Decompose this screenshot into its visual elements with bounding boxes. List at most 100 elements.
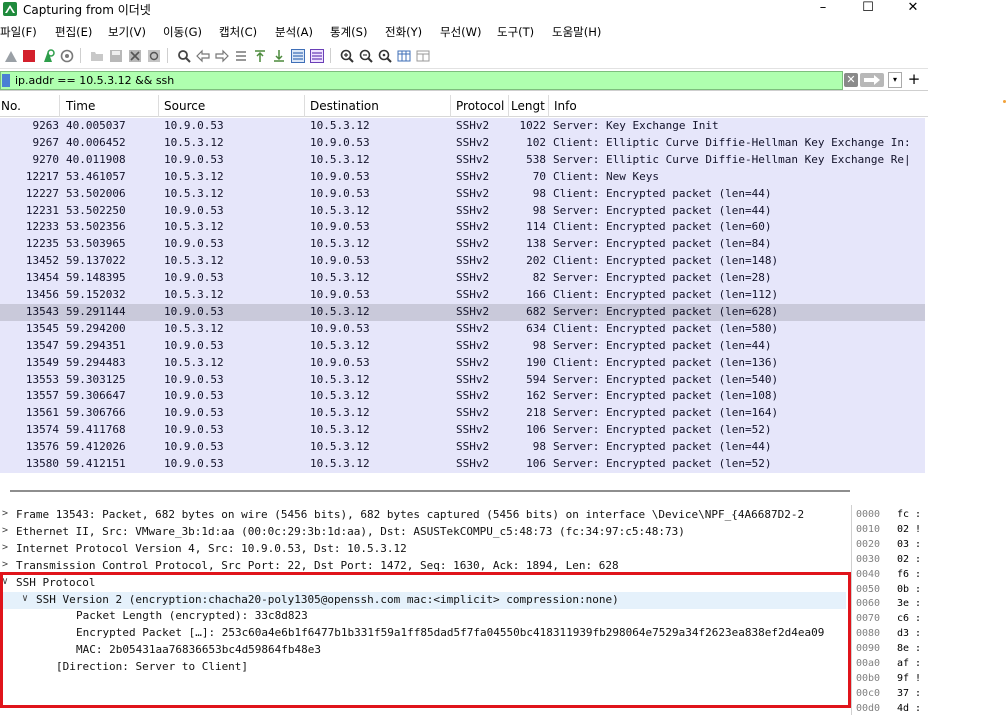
packet-cell-src: 10.5.3.12 bbox=[164, 254, 224, 268]
detail-tree-item[interactable]: ∨ SSH Protocol bbox=[0, 575, 846, 592]
detail-tree-item[interactable]: Encrypted Packet […]: 253c60a4e6b1f6477b… bbox=[0, 625, 846, 642]
menu-edit[interactable]: 편집(E) bbox=[55, 24, 92, 40]
packet-list[interactable]: 9263 40.005037 10.9.0.53 10.5.3.12 SSHv2 1022… bbox=[0, 118, 925, 473]
packet-row[interactable]: 13549 59.294483 10.5.3.12 10.9.0.53 SSHv2 190… bbox=[0, 355, 925, 372]
column-header-no[interactable]: No. bbox=[1, 99, 21, 113]
auto-scroll-icon[interactable] bbox=[289, 47, 306, 64]
filter-history-dropdown[interactable]: ▾ bbox=[888, 72, 902, 88]
menu-help[interactable]: 도움말(H) bbox=[552, 24, 601, 40]
packet-cell-proto: SSHv2 bbox=[456, 440, 490, 454]
packet-bytes-pane[interactable]: 0000 fc : 0010 02 ! 0020 03 : 0030 02 : 0040 f6 :… bbox=[851, 505, 928, 715]
detail-tree-item[interactable]: MAC: 2b05431aa76836653bc4d59864fb48e3 bbox=[0, 642, 846, 659]
packet-cell-no: 13543 bbox=[25, 304, 59, 318]
packet-row[interactable]: 13561 59.306766 10.9.0.53 10.5.3.12 SSHv2 218… bbox=[0, 405, 925, 422]
colorize-icon[interactable] bbox=[308, 47, 325, 64]
detail-tree-item[interactable]: > Internet Protocol Version 4, Src: 10.9.… bbox=[0, 541, 846, 558]
menu-tools[interactable]: 도구(T) bbox=[497, 24, 534, 40]
menu-telephony[interactable]: 전화(Y) bbox=[385, 24, 422, 40]
menu-go[interactable]: 이동(G) bbox=[163, 24, 202, 40]
go-last-icon[interactable] bbox=[270, 47, 287, 64]
column-header-info[interactable]: Info bbox=[554, 99, 577, 113]
zoom-normal-icon[interactable] bbox=[376, 47, 393, 64]
packet-row[interactable]: 13547 59.294351 10.9.0.53 10.5.3.12 SSHv2 98 S… bbox=[0, 338, 925, 355]
packet-row[interactable]: 12231 53.502250 10.9.0.53 10.5.3.12 SSHv2 98 S… bbox=[0, 203, 925, 220]
packet-row[interactable]: 13580 59.412151 10.9.0.53 10.5.3.12 SSHv2 106… bbox=[0, 456, 925, 473]
find-packet-icon[interactable] bbox=[175, 47, 192, 64]
display-filter-field[interactable] bbox=[0, 71, 843, 90]
menu-capture[interactable]: 캡처(C) bbox=[219, 24, 257, 40]
go-back-icon[interactable] bbox=[194, 47, 211, 64]
expand-arrow-icon[interactable]: > bbox=[2, 525, 8, 536]
detail-tree-item[interactable]: Packet Length (encrypted): 33c8d823 bbox=[0, 608, 846, 625]
packet-row[interactable]: 9263 40.005037 10.9.0.53 10.5.3.12 SSHv2 1022… bbox=[0, 118, 925, 135]
packet-row[interactable]: 12233 53.502356 10.5.3.12 10.9.0.53 SSHv2 114… bbox=[0, 219, 925, 236]
zoom-out-icon[interactable] bbox=[357, 47, 374, 64]
packet-row[interactable]: 9270 40.011908 10.9.0.53 10.5.3.12 SSHv2 538 S… bbox=[0, 152, 925, 169]
packet-cell-src: 10.5.3.12 bbox=[164, 321, 224, 335]
collapse-arrow-icon[interactable]: ∨ bbox=[2, 576, 8, 587]
capture-options-icon[interactable] bbox=[58, 47, 75, 64]
packet-row[interactable]: 13456 59.152032 10.5.3.12 10.9.0.53 SSHv2 166… bbox=[0, 287, 925, 304]
packet-row[interactable]: 13543 59.291144 10.9.0.53 10.5.3.12 SSHv2 682… bbox=[0, 303, 925, 321]
packet-cell-time: 59.152032 bbox=[66, 288, 126, 301]
packet-details-pane[interactable]: > Frame 13543: Packet, 682 bytes on wire … bbox=[0, 505, 846, 715]
minimize-button[interactable]: – bbox=[803, 0, 843, 20]
detail-tree-item[interactable]: > Frame 13543: Packet, 682 bytes on wire … bbox=[0, 507, 846, 524]
apply-filter-icon[interactable] bbox=[860, 73, 884, 87]
menu-view[interactable]: 보기(V) bbox=[108, 24, 146, 40]
packet-cell-info: Client: Elliptic Curve Diffie-Hellman Ke… bbox=[553, 135, 911, 149]
menu-analyze[interactable]: 분석(A) bbox=[275, 24, 313, 40]
resize-columns-icon[interactable] bbox=[395, 47, 412, 64]
detail-tree-item[interactable]: [Direction: Server to Client] bbox=[0, 659, 846, 676]
packet-row[interactable]: 13576 59.412026 10.9.0.53 10.5.3.12 SSHv2 98 S… bbox=[0, 439, 925, 456]
go-to-packet-icon[interactable] bbox=[232, 47, 249, 64]
collapse-arrow-icon[interactable]: ∨ bbox=[22, 593, 28, 604]
packet-row[interactable]: 13545 59.294200 10.5.3.12 10.9.0.53 SSHv2 634… bbox=[0, 321, 925, 338]
save-file-icon[interactable] bbox=[107, 47, 124, 64]
packet-row[interactable]: 13452 59.137022 10.5.3.12 10.9.0.53 SSHv2 202… bbox=[0, 253, 925, 270]
stop-capture-icon[interactable] bbox=[20, 47, 37, 64]
add-filter-button[interactable]: + bbox=[907, 71, 921, 89]
detail-tree-item[interactable]: ∨ SSH Version 2 (encryption:chacha20-poly… bbox=[0, 591, 846, 609]
filter-input[interactable] bbox=[15, 72, 835, 89]
zoom-in-icon[interactable] bbox=[338, 47, 355, 64]
expand-arrow-icon[interactable]: > bbox=[2, 508, 8, 519]
close-file-icon[interactable] bbox=[126, 47, 143, 64]
column-header-length[interactable]: Lengt bbox=[511, 99, 545, 113]
packet-cell-no: 13557 bbox=[25, 389, 59, 403]
maximize-button[interactable]: ☐ bbox=[848, 0, 888, 20]
packet-cell-no: 12217 bbox=[25, 169, 59, 183]
packet-row[interactable]: 9267 40.006452 10.5.3.12 10.9.0.53 SSHv2 102 C… bbox=[0, 135, 925, 152]
menu-file[interactable]: 파일(F) bbox=[0, 24, 37, 40]
restart-capture-icon[interactable] bbox=[39, 47, 56, 64]
packet-row[interactable]: 13574 59.411768 10.9.0.53 10.5.3.12 SSHv2 106… bbox=[0, 422, 925, 439]
expand-arrow-icon[interactable]: > bbox=[2, 542, 8, 553]
open-file-icon[interactable] bbox=[88, 47, 105, 64]
menu-statistics[interactable]: 통계(S) bbox=[330, 24, 367, 40]
close-button[interactable]: ✕ bbox=[893, 0, 928, 20]
pane-splitter[interactable] bbox=[0, 474, 928, 496]
reload-icon[interactable] bbox=[145, 47, 162, 64]
packet-row[interactable]: 12217 53.461057 10.5.3.12 10.9.0.53 SSHv2 70 C… bbox=[0, 169, 925, 186]
packet-row[interactable]: 13553 59.303125 10.9.0.53 10.5.3.12 SSHv2 594… bbox=[0, 372, 925, 389]
packet-row[interactable]: 13454 59.148395 10.9.0.53 10.5.3.12 SSHv2 82 S… bbox=[0, 270, 925, 287]
clear-filter-icon[interactable]: ✕ bbox=[844, 73, 858, 87]
menu-wireless[interactable]: 무선(W) bbox=[440, 24, 482, 40]
horizontal-scrollbar[interactable] bbox=[10, 490, 850, 492]
go-first-icon[interactable] bbox=[251, 47, 268, 64]
packet-row[interactable]: 12235 53.503965 10.9.0.53 10.5.3.12 SSHv2 138… bbox=[0, 236, 925, 253]
shark-fin-icon[interactable] bbox=[2, 47, 19, 64]
packet-row[interactable]: 12227 53.502006 10.5.3.12 10.9.0.53 SSHv2 98 C… bbox=[0, 186, 925, 203]
detail-tree-item[interactable]: > Ethernet II, Src: VMware_3b:1d:aa (00:0… bbox=[0, 524, 846, 541]
filter-bookmark-icon[interactable] bbox=[2, 74, 10, 87]
detail-text: Ethernet II, Src: VMware_3b:1d:aa (00:0c… bbox=[16, 524, 685, 538]
column-header-time[interactable]: Time bbox=[66, 99, 95, 113]
column-header-source[interactable]: Source bbox=[164, 99, 205, 113]
go-forward-icon[interactable] bbox=[213, 47, 230, 64]
packet-row[interactable]: 13557 59.306647 10.9.0.53 10.5.3.12 SSHv2 162… bbox=[0, 388, 925, 405]
column-header-protocol[interactable]: Protocol bbox=[456, 99, 504, 113]
detail-tree-item[interactable]: > Transmission Control Protocol, Src Port… bbox=[0, 558, 846, 575]
layout-icon[interactable] bbox=[414, 47, 431, 64]
column-header-destination[interactable]: Destination bbox=[310, 99, 379, 113]
expand-arrow-icon[interactable]: > bbox=[2, 559, 8, 570]
